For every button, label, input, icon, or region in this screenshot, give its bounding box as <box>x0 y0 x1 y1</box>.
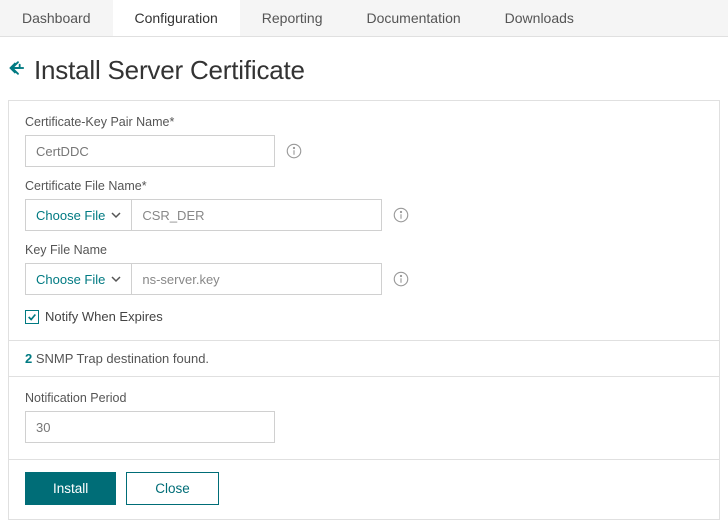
form-section-main: Certificate-Key Pair Name* Certificate F… <box>9 101 719 340</box>
key-file-label: Key File Name <box>25 243 703 257</box>
snmp-text: SNMP Trap destination found. <box>32 351 209 366</box>
notify-checkbox-row[interactable]: Notify When Expires <box>25 307 703 328</box>
notify-label: Notify When Expires <box>45 309 163 324</box>
key-file-display: ns-server.key <box>132 263 382 295</box>
cert-file-label: Certificate File Name* <box>25 179 703 193</box>
cert-file-display: CSR_DER <box>132 199 382 231</box>
notification-period-label: Notification Period <box>25 391 703 405</box>
actions-row: Install Close <box>9 459 719 519</box>
info-icon[interactable] <box>285 142 303 160</box>
cert-file-choose-label: Choose File <box>36 208 105 223</box>
info-icon[interactable] <box>392 270 410 288</box>
chevron-down-icon <box>111 272 121 287</box>
info-icon[interactable] <box>392 206 410 224</box>
close-button[interactable]: Close <box>126 472 219 505</box>
tab-downloads[interactable]: Downloads <box>483 0 596 36</box>
top-tabs: Dashboard Configuration Reporting Docume… <box>0 0 728 37</box>
chevron-down-icon <box>111 208 121 223</box>
form-panel: Certificate-Key Pair Name* Certificate F… <box>8 100 720 520</box>
tab-dashboard[interactable]: Dashboard <box>0 0 113 36</box>
cert-pair-label: Certificate-Key Pair Name* <box>25 115 703 129</box>
page-title: Install Server Certificate <box>34 55 305 86</box>
title-row: Install Server Certificate <box>0 37 728 100</box>
back-icon[interactable] <box>8 58 28 83</box>
snmp-status-row: 2 SNMP Trap destination found. <box>9 340 719 377</box>
key-file-choose-label: Choose File <box>36 272 105 287</box>
notification-period-input[interactable] <box>25 411 275 443</box>
key-file-choose-button[interactable]: Choose File <box>25 263 132 295</box>
cert-file-choose-button[interactable]: Choose File <box>25 199 132 231</box>
tab-configuration[interactable]: Configuration <box>113 0 240 36</box>
cert-pair-input[interactable] <box>25 135 275 167</box>
form-section-notification: Notification Period <box>9 377 719 459</box>
notify-checkbox[interactable] <box>25 310 39 324</box>
tab-documentation[interactable]: Documentation <box>344 0 482 36</box>
tab-reporting[interactable]: Reporting <box>240 0 345 36</box>
install-button[interactable]: Install <box>25 472 116 505</box>
